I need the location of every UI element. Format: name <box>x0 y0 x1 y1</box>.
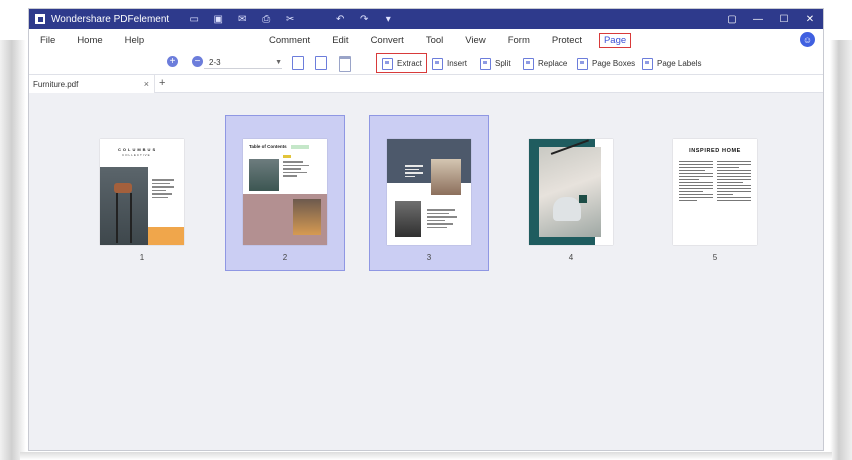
customize-qa-icon[interactable]: ▾ <box>381 14 395 25</box>
page-labels-label: Page Labels <box>657 58 702 68</box>
insert-icon <box>431 57 443 70</box>
split-icon <box>479 57 491 70</box>
extract-icon <box>381 57 393 70</box>
page-boxes-label: Page Boxes <box>592 58 636 68</box>
chevron-down-icon: ▼ <box>275 58 282 66</box>
document-tab-bar: Furniture.pdf × + <box>29 75 823 93</box>
page-number-4: 4 <box>568 253 574 262</box>
window-controls: ▢ — ☐ ✕ <box>719 9 823 29</box>
split-button[interactable]: Split <box>479 55 511 71</box>
page2-title: Table of Contents <box>249 144 287 149</box>
document-tab-label: Furniture.pdf <box>33 79 79 89</box>
undo-icon[interactable]: ↶ <box>333 14 347 25</box>
new-tab-icon[interactable]: + <box>159 77 165 89</box>
title-bar: Wondershare PDFelement ▭ ▣ ✉ ⎙ ✂ ↶ ↷ ▾ ▢… <box>29 9 823 29</box>
split-label: Split <box>495 58 511 68</box>
menu-home[interactable]: Home <box>77 35 102 46</box>
tab-view[interactable]: View <box>465 35 485 46</box>
delete-page-icon[interactable] <box>337 55 351 72</box>
maximize-icon[interactable]: ☐ <box>771 9 797 29</box>
tab-edit[interactable]: Edit <box>332 35 348 46</box>
save-icon[interactable]: ▣ <box>211 14 225 25</box>
close-icon[interactable]: ✕ <box>797 9 823 29</box>
replace-button[interactable]: Replace <box>522 55 567 71</box>
replace-icon <box>522 57 534 70</box>
tab-page[interactable]: Page <box>598 32 632 48</box>
extract-label: Extract <box>397 58 422 68</box>
user-avatar-icon[interactable]: ☺ <box>800 32 815 47</box>
frame-shadow-right <box>830 40 852 460</box>
page1-subtitle: COLLECTIVE <box>122 153 151 157</box>
document-tab-furniture[interactable]: Furniture.pdf × <box>29 75 155 93</box>
page-thumbnail-grid: COLUMBUS COLLECTIVE 1 Table of Contents <box>29 93 823 450</box>
share-icon[interactable]: ✂ <box>283 14 297 25</box>
page1-title: COLUMBUS <box>118 147 158 152</box>
page-range-select[interactable]: 2-3 ▼ <box>204 56 282 69</box>
tab-tool[interactable]: Tool <box>426 35 443 46</box>
tab-comment[interactable]: Comment <box>269 35 310 46</box>
open-folder-icon[interactable]: ▭ <box>187 14 201 25</box>
app-logo-icon <box>35 14 45 24</box>
zoom-in-icon[interactable]: + <box>167 56 178 67</box>
zoom-controls: + − <box>167 56 203 67</box>
insert-button[interactable]: Insert <box>431 55 467 71</box>
page-number-1: 1 <box>139 253 145 262</box>
tab-protect[interactable]: Protect <box>552 35 582 46</box>
page-number-2: 2 <box>282 253 288 262</box>
menu-bar: File Home Help Comment Edit Convert Tool… <box>29 29 823 51</box>
page-range-value: 2-3 <box>209 57 221 67</box>
page-thumbnail-3[interactable] <box>387 139 471 245</box>
rotate-left-icon[interactable] <box>290 55 304 70</box>
page-labels-icon <box>641 57 653 70</box>
tab-form[interactable]: Form <box>508 35 530 46</box>
restore-icon[interactable]: ▢ <box>719 9 745 29</box>
page-thumbnail-1[interactable]: COLUMBUS COLLECTIVE <box>100 139 184 245</box>
app-title: Wondershare PDFelement <box>51 13 170 25</box>
page5-title: INSPIRED HOME <box>689 148 741 154</box>
tab-convert[interactable]: Convert <box>371 35 404 46</box>
minimize-icon[interactable]: — <box>745 9 771 29</box>
replace-label: Replace <box>538 58 568 68</box>
app-window: Wondershare PDFelement ▭ ▣ ✉ ⎙ ✂ ↶ ↷ ▾ ▢… <box>28 8 824 451</box>
page-toolbar: + − 2-3 ▼ Extract Insert Split Replace P… <box>29 51 823 75</box>
rotate-right-icon[interactable] <box>313 55 327 70</box>
zoom-out-icon[interactable]: − <box>192 56 203 67</box>
page-number-3: 3 <box>426 253 432 262</box>
page-boxes-icon <box>576 57 588 70</box>
page-number-5: 5 <box>712 253 718 262</box>
close-tab-icon[interactable]: × <box>144 79 149 89</box>
page-thumbnail-4[interactable] <box>529 139 613 245</box>
page1-photo <box>100 167 148 245</box>
page-thumbnail-2[interactable]: Table of Contents <box>243 139 327 245</box>
insert-label: Insert <box>447 58 468 68</box>
page-labels-button[interactable]: Page Labels <box>641 55 701 71</box>
email-icon[interactable]: ✉ <box>235 14 249 25</box>
menu-help[interactable]: Help <box>125 35 145 46</box>
redo-icon[interactable]: ↷ <box>357 14 371 25</box>
frame-shadow-left <box>0 40 26 460</box>
page-thumbnail-5[interactable]: INSPIRED HOME <box>673 139 757 245</box>
extract-button[interactable]: Extract <box>376 53 427 73</box>
frame-shadow-bottom <box>20 452 832 460</box>
quick-access-toolbar: ▭ ▣ ✉ ⎙ ✂ ↶ ↷ ▾ <box>187 14 395 25</box>
menu-file[interactable]: File <box>40 35 55 46</box>
print-icon[interactable]: ⎙ <box>259 14 273 25</box>
page-boxes-button[interactable]: Page Boxes <box>576 55 635 71</box>
